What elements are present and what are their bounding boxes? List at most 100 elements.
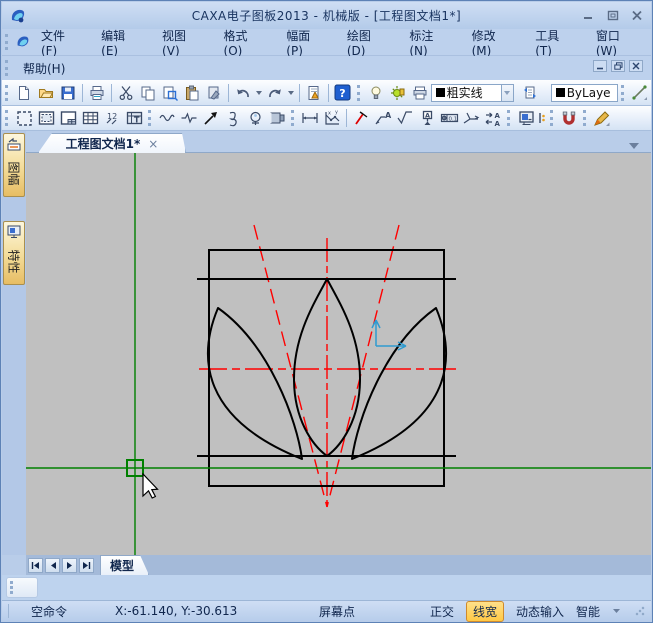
redo-button[interactable]: [264, 82, 286, 104]
menu-view[interactable]: 视图(V): [152, 24, 214, 61]
coordinate-dimension-button[interactable]: xy: [321, 107, 343, 129]
view-grip[interactable]: [507, 110, 511, 126]
menubar2-grip[interactable]: [5, 60, 9, 76]
local-enlarge-button[interactable]: [222, 107, 244, 129]
snap-settings-button[interactable]: [558, 107, 580, 129]
parameter-bar-button[interactable]: [79, 107, 101, 129]
help-button[interactable]: ?: [332, 82, 354, 104]
menu-window[interactable]: 窗口(W): [586, 24, 651, 61]
dim-grip[interactable]: [291, 110, 295, 126]
line-type-button[interactable]: [629, 82, 651, 104]
point-mode[interactable]: 屏幕点: [319, 603, 355, 620]
display-window-button[interactable]: [515, 107, 537, 129]
layer-settings-button[interactable]: [387, 82, 409, 104]
paste-button[interactable]: [181, 82, 203, 104]
menu-dimension[interactable]: 标注(N): [399, 24, 461, 61]
paper-settings-button[interactable]: [13, 107, 35, 129]
construction-diagonal-left[interactable]: [254, 225, 327, 507]
arrow-button[interactable]: [200, 107, 222, 129]
open-file-button[interactable]: [35, 82, 57, 104]
wave-line-button[interactable]: [156, 107, 178, 129]
layer-manager-button[interactable]: [519, 82, 541, 104]
draw-grip[interactable]: [148, 110, 152, 126]
copy-with-basepoint-button[interactable]: [159, 82, 181, 104]
model-tab[interactable]: 模型: [100, 555, 149, 575]
section-symbol-button[interactable]: [244, 107, 266, 129]
zigzag-line-button[interactable]: [178, 107, 200, 129]
current-layer-dropdown[interactable]: [502, 84, 514, 102]
first-sheet-button[interactable]: [28, 558, 43, 573]
layer-on-button[interactable]: [365, 82, 387, 104]
title-block-button[interactable]: [57, 107, 79, 129]
prev-sheet-button[interactable]: [45, 558, 60, 573]
smart-snap-mode[interactable]: 智能: [576, 603, 600, 620]
mdi-restore-button[interactable]: [611, 60, 625, 72]
restore-button[interactable]: [605, 8, 621, 22]
dimension-button[interactable]: [299, 107, 321, 129]
undo-button[interactable]: [232, 82, 254, 104]
chamfer-dimension-button[interactable]: [350, 107, 372, 129]
print-button[interactable]: [86, 82, 108, 104]
sidebar-tab-properties[interactable]: 特性: [3, 221, 25, 285]
serial-number-button[interactable]: 12: [101, 107, 123, 129]
frame-button[interactable]: [35, 107, 57, 129]
clipped-button[interactable]: [537, 107, 547, 129]
smart-snap-dropdown-icon[interactable]: [612, 608, 621, 615]
weld-symbol-button[interactable]: [460, 107, 482, 129]
dynamic-input-toggle[interactable]: 动态输入: [516, 603, 564, 620]
command-panel[interactable]: [6, 577, 38, 598]
bom-table-button[interactable]: T: [123, 107, 145, 129]
style-grip[interactable]: [583, 110, 587, 126]
current-layer-combo[interactable]: 粗实线: [431, 84, 502, 102]
document-tab[interactable]: 工程图文档1* ×: [38, 133, 186, 153]
leader-note-button[interactable]: A: [372, 107, 394, 129]
command-bar[interactable]: [2, 575, 651, 600]
hole-shaft-button[interactable]: [266, 107, 288, 129]
snap-grip[interactable]: [550, 110, 554, 126]
new-file-button[interactable]: [13, 82, 35, 104]
menu-tools[interactable]: 工具(T): [525, 24, 586, 61]
construction-diagonal-right[interactable]: [327, 225, 399, 507]
geometric-tolerance-button[interactable]: 0.1: [438, 107, 460, 129]
toolbar2-grip[interactable]: [5, 110, 9, 126]
petal-left[interactable]: [208, 308, 302, 459]
copy-button[interactable]: [137, 82, 159, 104]
style-manager-button[interactable]: [591, 107, 613, 129]
ortho-toggle[interactable]: 正交: [430, 603, 454, 620]
mdi-minimize-button[interactable]: [593, 60, 607, 72]
menu-format[interactable]: 格式(O): [214, 24, 277, 61]
roughness-button[interactable]: [394, 107, 416, 129]
linetype-grip[interactable]: [621, 85, 625, 101]
menu-edit[interactable]: 编辑(E): [91, 24, 152, 61]
menu-paper[interactable]: 幅面(P): [276, 24, 337, 61]
drawing-canvas[interactable]: [26, 153, 651, 555]
command-panel-grip[interactable]: [10, 581, 14, 594]
redo-dropdown[interactable]: [288, 91, 294, 95]
linewidth-toggle[interactable]: 线宽: [466, 601, 504, 622]
layer-print-button[interactable]: [409, 82, 431, 104]
last-sheet-button[interactable]: [79, 558, 94, 573]
tab-close-icon[interactable]: ×: [148, 137, 158, 151]
sidebar-tab-paper[interactable]: 图幅: [3, 133, 25, 197]
toolbar1-grip[interactable]: [5, 85, 9, 101]
current-color-combo[interactable]: ByLaye: [551, 84, 618, 102]
resize-grip[interactable]: [635, 606, 645, 616]
menubar-grip[interactable]: [5, 34, 9, 50]
menu-help[interactable]: 帮助(H): [13, 57, 75, 80]
mdi-close-button[interactable]: [629, 60, 643, 72]
undo-dropdown[interactable]: [256, 91, 262, 95]
menu-file[interactable]: 文件(F): [31, 24, 91, 61]
save-file-button[interactable]: [57, 82, 79, 104]
petal-right[interactable]: [352, 308, 446, 459]
ole-properties-button[interactable]: [303, 82, 325, 104]
minimize-button[interactable]: [581, 8, 597, 22]
text-replace-button[interactable]: AA: [482, 107, 504, 129]
next-sheet-button[interactable]: [62, 558, 77, 573]
datum-symbol-button[interactable]: A: [416, 107, 438, 129]
menu-modify[interactable]: 修改(M): [462, 24, 526, 61]
menu-draw[interactable]: 绘图(D): [337, 24, 400, 61]
layer-toolbar-grip[interactable]: [357, 85, 361, 101]
close-button[interactable]: [629, 8, 645, 22]
cut-button[interactable]: [115, 82, 137, 104]
format-painter-button[interactable]: [203, 82, 225, 104]
